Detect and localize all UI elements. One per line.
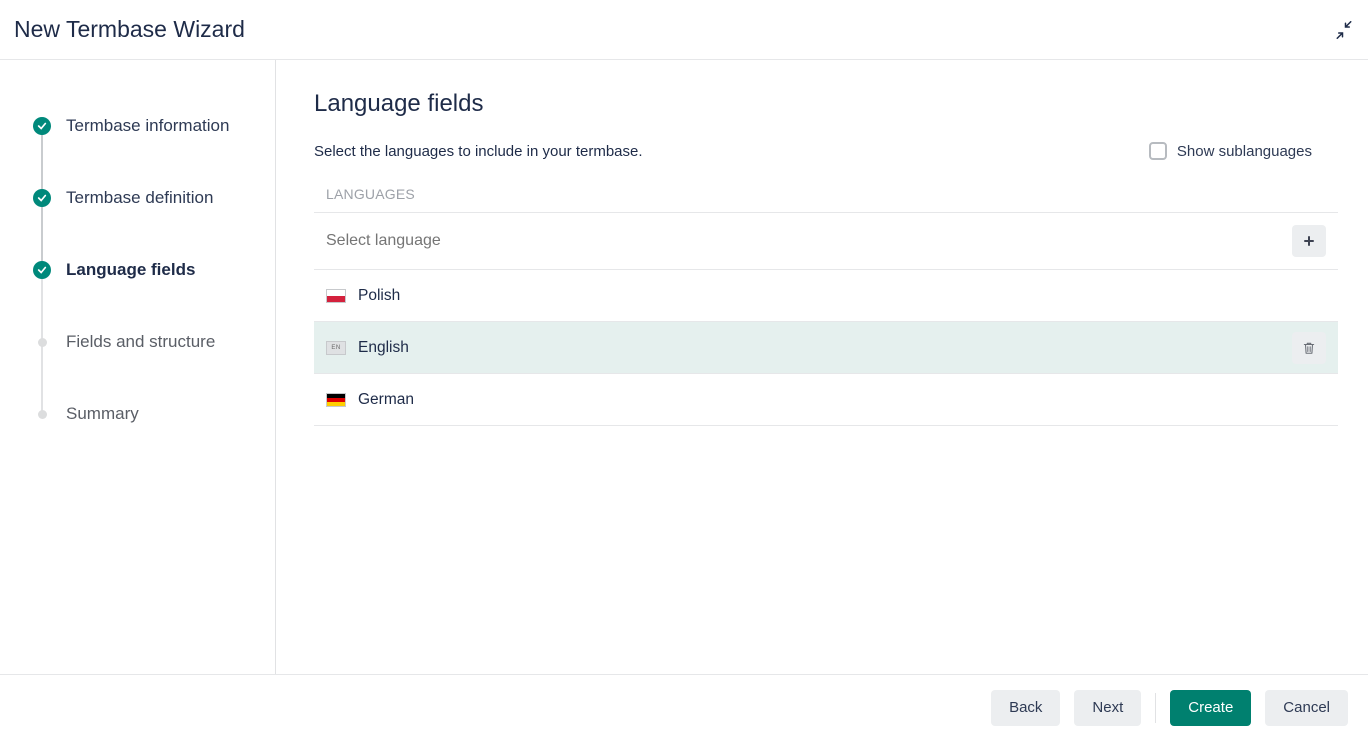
language-name: Polish [358,287,1326,305]
show-sublanguages-checkbox[interactable]: Show sublanguages [1149,142,1338,160]
page-title: Language fields [314,90,1338,118]
language-name: English [358,339,1280,357]
wizard-stepper: Termbase information Termbase definition [0,60,276,674]
wizard-window: New Termbase Wizard Termbase infor [0,0,1368,740]
step-label: Termbase information [66,116,229,136]
language-select-row [314,213,1338,270]
language-row-german[interactable]: German [314,374,1338,426]
checkbox-icon [1149,142,1167,160]
check-icon [32,116,52,136]
next-button[interactable]: Next [1074,690,1141,726]
delete-language-button[interactable] [1292,332,1326,364]
step-termbase-definition[interactable]: Termbase definition [32,162,275,234]
step-language-fields[interactable]: Language fields [32,234,275,306]
step-fields-and-structure[interactable]: Fields and structure [32,306,275,378]
back-button[interactable]: Back [991,690,1060,726]
flag-germany-icon [326,393,346,407]
collapse-icon[interactable] [1334,20,1354,40]
languages-section-label: LANGUAGES [314,176,1338,212]
step-label: Fields and structure [66,332,215,352]
add-language-button[interactable] [1292,225,1326,257]
step-summary[interactable]: Summary [32,378,275,450]
flag-poland-icon [326,289,346,303]
subhead-row: Select the languages to include in your … [314,142,1338,160]
checkbox-label: Show sublanguages [1177,143,1312,160]
main-content: Language fields Select the languages to … [276,60,1368,674]
step-termbase-information[interactable]: Termbase information [32,90,275,162]
footer-divider [1155,693,1156,723]
check-icon [32,188,52,208]
language-row-english[interactable]: EN English [314,322,1338,374]
step-label: Termbase definition [66,188,213,208]
plus-icon [1303,235,1315,247]
languages-area: Polish EN English German [314,212,1338,426]
pending-dot-icon [32,332,52,352]
language-row-polish[interactable]: Polish [314,270,1338,322]
trash-icon [1302,341,1316,355]
pending-dot-icon [32,404,52,424]
flag-english-icon: EN [326,341,346,355]
titlebar-title: New Termbase Wizard [14,16,245,43]
wizard-footer: Back Next Create Cancel [0,674,1368,740]
stepper-list: Termbase information Termbase definition [32,90,275,450]
page-description: Select the languages to include in your … [314,143,643,160]
body: Termbase information Termbase definition [0,60,1368,674]
cancel-button[interactable]: Cancel [1265,690,1348,726]
step-label: Language fields [66,260,195,280]
create-button[interactable]: Create [1170,690,1251,726]
language-name: German [358,391,1326,409]
check-icon [32,260,52,280]
language-select-input[interactable] [326,228,1282,254]
titlebar: New Termbase Wizard [0,0,1368,60]
step-label: Summary [66,404,139,424]
